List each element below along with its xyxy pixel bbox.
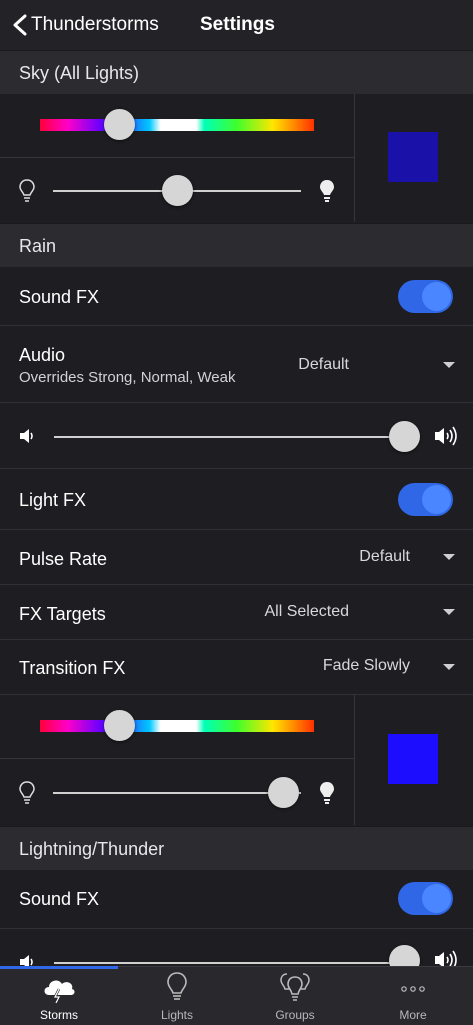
brightness-track[interactable] <box>53 792 301 794</box>
back-button[interactable] <box>8 12 32 38</box>
bulb-dim-icon <box>19 781 35 804</box>
divider <box>354 94 355 222</box>
audio-dropdown-value[interactable]: Default <box>298 356 349 374</box>
chevron-down-icon <box>443 554 455 560</box>
volume-high-icon <box>435 426 457 446</box>
divider <box>354 695 355 825</box>
tab-label: Lights <box>160 1008 194 1022</box>
tab-bar: Storms Lights Groups More <box>0 966 473 1025</box>
transition-fx-row[interactable]: Transition FX Fade Slowly <box>0 640 473 695</box>
row-label: Sound FX <box>19 889 100 909</box>
chevron-left-icon <box>13 14 27 36</box>
pulse-rate-row[interactable]: Pulse Rate Default <box>0 530 473 585</box>
rain-color-swatch[interactable] <box>388 734 438 784</box>
volume-track[interactable] <box>54 436 404 438</box>
more-dots-icon <box>401 986 425 992</box>
chevron-down-icon <box>443 609 455 615</box>
divider <box>0 157 354 158</box>
fx-targets-row[interactable]: FX Targets All Selected <box>0 585 473 640</box>
rain-color-panel <box>0 695 473 825</box>
transition-fx-dropdown-value[interactable]: Fade Slowly <box>323 657 410 675</box>
volume-slider-thumb[interactable] <box>388 421 420 452</box>
tab-more[interactable]: More <box>354 967 472 1025</box>
sky-color-swatch[interactable] <box>388 132 438 182</box>
rain-sound-fx-toggle[interactable] <box>398 280 453 313</box>
brightness-slider-thumb[interactable] <box>268 777 300 808</box>
section-title: Rain <box>19 236 57 256</box>
section-title: Lightning/Thunder <box>19 839 165 859</box>
section-title: Sky (All Lights) <box>19 63 140 83</box>
bulbs-group-icon <box>280 973 310 1001</box>
tab-label: Storms <box>39 1008 78 1022</box>
chevron-down-icon <box>443 664 455 670</box>
lightning-sound-fx-toggle[interactable] <box>398 882 453 915</box>
back-label[interactable]: Thunderstorms <box>31 14 159 36</box>
tab-storms[interactable]: Storms <box>0 967 118 1025</box>
bulb-bright-icon <box>320 180 334 202</box>
section-header-lightning: Lightning/Thunder <box>0 826 473 871</box>
row-label: FX Targets <box>19 604 106 624</box>
tab-label: Groups <box>275 1008 315 1022</box>
page-title: Settings <box>200 14 275 35</box>
row-label: Audio <box>19 345 66 365</box>
storm-cloud-icon <box>44 980 75 1003</box>
rain-light-fx-toggle[interactable] <box>398 483 453 516</box>
hue-spectrum[interactable] <box>40 119 314 131</box>
hue-spectrum[interactable] <box>40 720 314 732</box>
rain-sound-fx-row: Sound FX <box>0 267 473 326</box>
row-label: Light FX <box>19 490 87 510</box>
volume-track[interactable] <box>54 962 404 964</box>
bulb-icon <box>167 972 187 1000</box>
section-header-rain: Rain <box>0 223 473 268</box>
rain-volume-row <box>0 403 473 469</box>
volume-low-icon <box>20 429 33 443</box>
section-header-sky: Sky (All Lights) <box>0 50 473 95</box>
row-label: Sound FX <box>19 287 100 307</box>
hue-slider-thumb[interactable] <box>103 109 135 140</box>
hue-slider-thumb[interactable] <box>103 710 135 741</box>
rain-audio-row[interactable]: Audio Overrides Strong, Normal, Weak Def… <box>0 326 473 403</box>
divider <box>0 758 354 759</box>
bulb-dim-icon <box>19 179 35 202</box>
brightness-slider-thumb[interactable] <box>161 175 193 206</box>
row-label: Pulse Rate <box>19 549 108 569</box>
tab-groups[interactable]: Groups <box>236 967 354 1025</box>
nav-header: Thunderstorms Settings <box>0 0 473 50</box>
tab-label: More <box>399 1008 427 1022</box>
row-sublabel: Overrides Strong, Normal, Weak <box>19 369 236 386</box>
lightning-sound-fx-row: Sound FX <box>0 870 473 929</box>
fx-targets-dropdown-value[interactable]: All Selected <box>265 603 350 621</box>
rain-light-fx-row: Light FX <box>0 469 473 530</box>
pulse-rate-dropdown-value[interactable]: Default <box>359 548 410 566</box>
chevron-down-icon <box>443 362 455 368</box>
sky-color-panel <box>0 94 473 222</box>
bulb-bright-icon <box>320 782 334 804</box>
tab-lights[interactable]: Lights <box>118 967 236 1025</box>
row-label: Transition FX <box>19 658 126 678</box>
